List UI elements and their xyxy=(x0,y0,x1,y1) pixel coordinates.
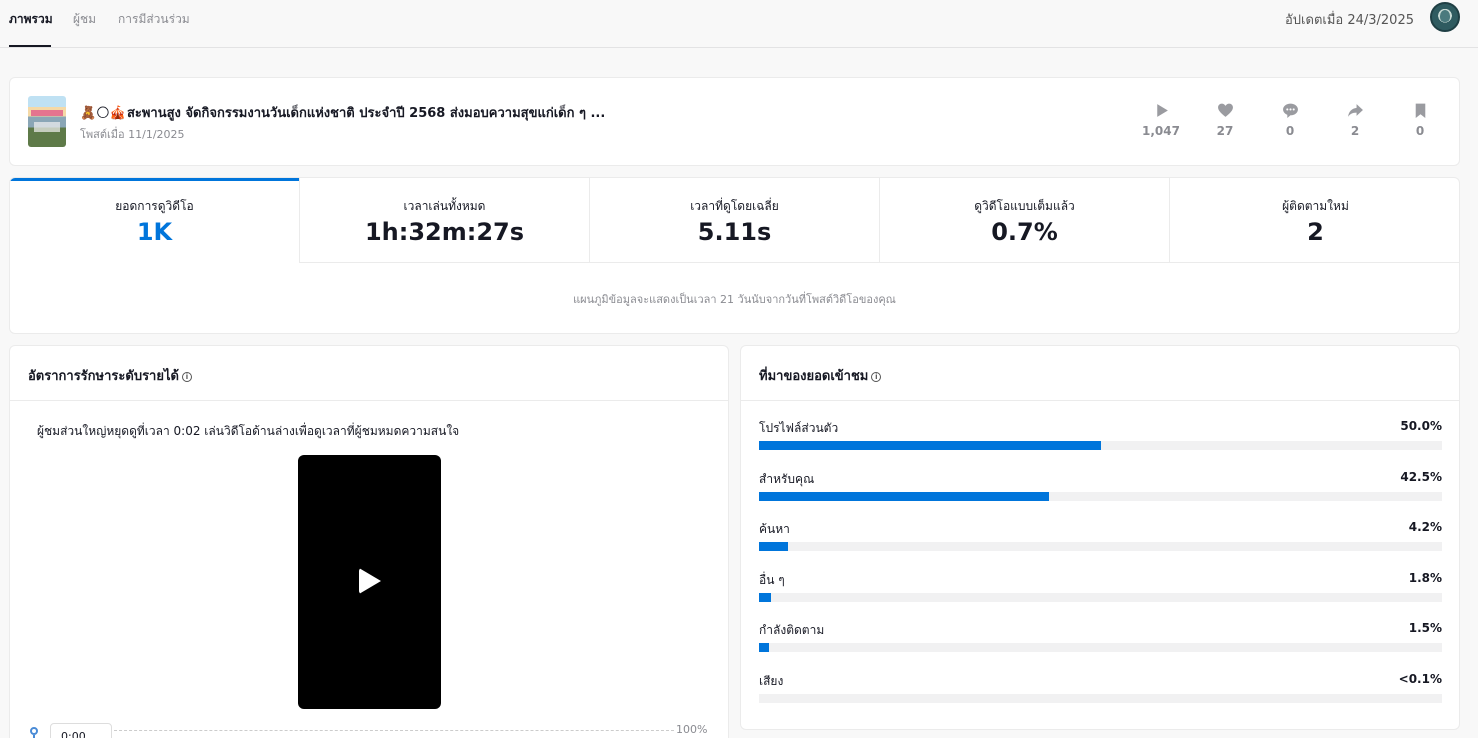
source-label: กำลังติดตาม xyxy=(759,623,825,637)
post-title: 🧸🌕🎪สะพานสูง จัดกิจกรรมงานวันเด็กแห่งชาติ… xyxy=(80,102,605,123)
source-label: โปรไฟล์ส่วนตัว xyxy=(759,421,839,435)
metric-value: 1K xyxy=(136,218,173,246)
metric-tab-new-followers[interactable]: ผู้ติดตามใหม่ 2 xyxy=(1170,178,1459,263)
source-value: 50.0% xyxy=(1400,419,1442,433)
source-bar-fill xyxy=(759,542,788,551)
info-icon[interactable]: i xyxy=(871,372,882,382)
chart-range-note: แผนภูมิข้อมูลจะแสดงเป็นเวลา 21 วันนับจาก… xyxy=(573,293,896,306)
source-bar-fill xyxy=(759,441,1101,450)
source-bar-fill xyxy=(759,643,770,652)
shares-stat: 2 xyxy=(1330,102,1380,138)
post-card: 🧸🌕🎪สะพานสูง จัดกิจกรรมงานวันเด็กแห่งชาติ… xyxy=(9,77,1460,166)
metric-tab-watched-full[interactable]: ดูวิดีโอแบบเต็มแล้ว 0.7% xyxy=(880,178,1170,263)
video-player[interactable] xyxy=(298,455,441,709)
retention-description: ผู้ชมส่วนใหญ่หยุดดูที่เวลา 0:02 เล่นวิดี… xyxy=(37,424,460,438)
comments-stat: 0 xyxy=(1265,102,1315,138)
source-label: อื่น ๆ xyxy=(759,573,785,587)
tab-engagement[interactable]: การมีส่วนร่วม xyxy=(118,10,190,29)
saves-stat: 0 xyxy=(1395,102,1445,138)
sources-header: ที่มาของยอดเข้าชม i xyxy=(741,346,1459,401)
source-bar-track xyxy=(759,441,1442,450)
heart-icon xyxy=(1217,103,1233,117)
metric-label: ยอดการดูวิดีโอ xyxy=(115,199,194,213)
source-bar-fill xyxy=(759,593,772,602)
source-bar-track xyxy=(759,542,1442,551)
source-value: 1.5% xyxy=(1408,621,1442,635)
source-bar-track xyxy=(759,492,1442,501)
metric-label: ดูวิดีโอแบบเต็มแล้ว xyxy=(974,199,1075,213)
time-tooltip: 0:00 xyxy=(50,723,112,738)
metric-label: ผู้ติดตามใหม่ xyxy=(1282,199,1349,213)
tab-overview[interactable]: ภาพรวม xyxy=(9,10,53,29)
source-bar-fill xyxy=(759,492,1050,501)
metric-value: 0.7% xyxy=(991,218,1058,246)
post-title-text: สะพานสูง จัดกิจกรรมงานวันเด็กแห่งชาติ ปร… xyxy=(126,106,606,121)
retention-max-label: 100% xyxy=(676,723,708,736)
sources-title-text: ที่มาของยอดเข้าชม xyxy=(759,369,869,384)
source-bar-track xyxy=(759,593,1442,602)
metric-value: 5.11s xyxy=(697,218,772,246)
tab-viewers[interactable]: ผู้ชม xyxy=(73,10,96,29)
metric-label: เวลาที่ดูโดยเฉลี่ย xyxy=(690,199,779,213)
avatar[interactable] xyxy=(1430,2,1460,32)
source-value: <0.1% xyxy=(1398,672,1442,686)
post-thumbnail[interactable] xyxy=(28,96,66,147)
shares-count: 2 xyxy=(1350,124,1360,138)
info-icon[interactable]: i xyxy=(181,372,192,382)
post-emojis: 🧸🌕🎪 xyxy=(80,106,126,121)
likes-stat: 27 xyxy=(1200,102,1250,138)
views-stat: 1,047 xyxy=(1136,102,1186,138)
source-value: 1.8% xyxy=(1408,571,1442,585)
source-bar-track xyxy=(759,643,1442,652)
retention-title: อัตราการรักษาระดับรายได้ i xyxy=(28,365,192,386)
metric-tab-total-play-time[interactable]: เวลาเล่นทั้งหมด 1h:32m:27s xyxy=(300,178,590,263)
active-tab-indicator xyxy=(9,45,51,47)
comments-count: 0 xyxy=(1285,124,1295,138)
play-icon xyxy=(1156,104,1168,117)
location-pin-icon xyxy=(30,727,38,735)
metric-tab-video-views[interactable]: ยอดการดูวิดีโอ 1K xyxy=(10,178,300,263)
play-icon[interactable] xyxy=(359,568,381,594)
comment-icon xyxy=(1282,103,1298,118)
likes-count: 27 xyxy=(1216,124,1234,138)
updated-timestamp: อัปเดตเมื่อ 24/3/2025 xyxy=(1285,13,1414,28)
share-icon xyxy=(1347,104,1363,117)
metric-value: 1h:32m:27s xyxy=(364,218,525,246)
metric-label: เวลาเล่นทั้งหมด xyxy=(403,199,486,213)
source-label: ค้นหา xyxy=(759,522,790,536)
views-count: 1,047 xyxy=(1142,124,1180,138)
traffic-sources-card: ที่มาของยอดเข้าชม i โปรไฟล์ส่วนตัว 50.0% … xyxy=(740,345,1460,730)
post-date: โพสต์เมื่อ 11/1/2025 xyxy=(80,128,185,141)
metrics-card: ยอดการดูวิดีโอ 1K เวลาเล่นทั้งหมด 1h:32m… xyxy=(9,177,1460,334)
source-label: สำหรับคุณ xyxy=(759,472,815,486)
bookmark-icon xyxy=(1415,103,1425,118)
retention-reference-line xyxy=(114,730,674,731)
metric-tab-average-watch-time[interactable]: เวลาที่ดูโดยเฉลี่ย 5.11s xyxy=(590,178,880,263)
retention-title-text: อัตราการรักษาระดับรายได้ xyxy=(28,369,179,384)
saves-count: 0 xyxy=(1415,124,1425,138)
source-bar-track xyxy=(759,694,1442,703)
top-bar: ภาพรวม ผู้ชม การมีส่วนร่วม อัปเดตเมื่อ 2… xyxy=(0,0,1478,48)
source-label: เสียง xyxy=(759,674,784,688)
retention-header: อัตราการรักษาระดับรายได้ i xyxy=(10,346,728,401)
metric-value: 2 xyxy=(1307,218,1324,246)
source-value: 42.5% xyxy=(1400,470,1442,484)
source-value: 4.2% xyxy=(1408,520,1442,534)
sources-title: ที่มาของยอดเข้าชม i xyxy=(759,365,882,386)
retention-card: อัตราการรักษาระดับรายได้ i ผู้ชมส่วนใหญ่ห… xyxy=(9,345,729,738)
